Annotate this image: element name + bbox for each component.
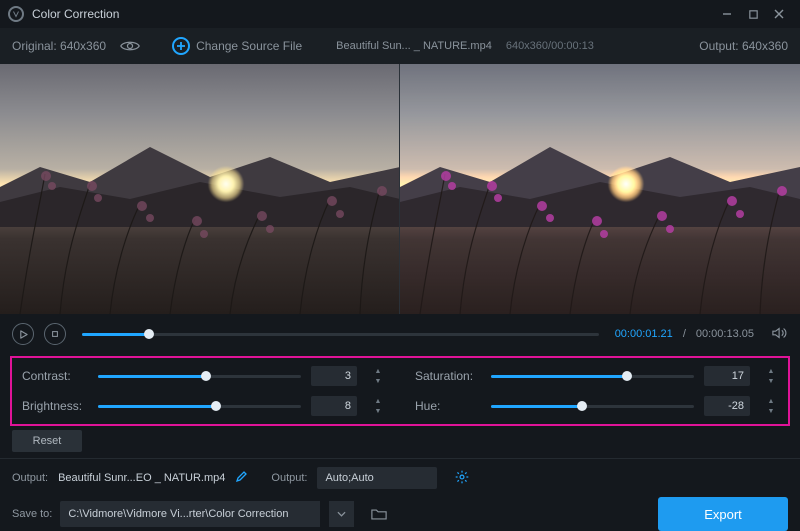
footer: Output: Beautiful Sunr...EO _ NATUR.mp4 … [0,467,800,531]
volume-icon[interactable] [772,326,788,343]
color-controls-panel: Contrast: 3 ▲▼ Saturation: 17 ▲▼ Brightn… [10,356,790,426]
stop-button[interactable] [44,323,66,345]
save-to-label: Save to: [12,508,52,520]
source-filename: Beautiful Sun... _ NATURE.mp4 [336,40,492,52]
title-text: Color Correction [32,7,119,21]
save-path-box[interactable]: C:\Vidmore\Vidmore Vi...rter\Color Corre… [60,501,320,527]
original-dimensions-label: Original: 640x360 [12,39,106,53]
hue-slider[interactable] [491,400,694,412]
brightness-slider[interactable] [98,400,301,412]
edit-output-name-icon[interactable] [235,471,247,486]
seek-fill [82,333,149,336]
maximize-button[interactable] [740,4,766,24]
contrast-label: Contrast: [22,369,88,383]
reset-button[interactable]: Reset [12,430,82,452]
save-path-text: C:\Vidmore\Vidmore Vi...rter\Color Corre… [68,508,288,520]
save-row: Save to: C:\Vidmore\Vidmore Vi...rter\Co… [12,497,788,531]
export-button[interactable]: Export [658,497,788,531]
hue-value[interactable]: -28 [704,396,750,416]
brightness-label: Brightness: [22,399,88,413]
saturation-slider[interactable] [491,370,694,382]
titlebar: Color Correction [0,0,800,28]
preview-original [0,64,400,314]
saturation-label: Saturation: [415,369,481,383]
open-folder-icon[interactable] [366,501,392,527]
source-dims-duration: 640x360/00:00:13 [506,40,594,52]
brightness-value[interactable]: 8 [311,396,357,416]
add-source-icon[interactable] [172,37,190,55]
timeline-row: 00:00:01.21 / 00:00:13.05 [0,314,800,354]
close-button[interactable] [766,4,792,24]
output-label-2: Output: [271,472,307,484]
hue-row: Hue: -28 ▲▼ [415,396,778,416]
save-path-dropdown[interactable] [328,501,354,527]
saturation-spinner[interactable]: ▲▼ [764,366,778,386]
divider [0,458,800,459]
change-source-button[interactable]: Change Source File [196,39,302,53]
output-format-box[interactable]: Auto;Auto [317,467,437,489]
brightness-spinner[interactable]: ▲▼ [371,396,385,416]
time-sep: / [683,328,686,340]
seek-slider[interactable] [82,328,599,340]
play-button[interactable] [12,323,34,345]
output-filename: Beautiful Sunr...EO _ NATUR.mp4 [58,472,225,484]
output-label-1: Output: [12,472,48,484]
saturation-row: Saturation: 17 ▲▼ [415,366,778,386]
preview-area [0,64,800,314]
hue-spinner[interactable]: ▲▼ [764,396,778,416]
preview-corrected [400,64,800,314]
output-settings-gear-icon[interactable] [455,470,469,487]
saturation-value[interactable]: 17 [704,366,750,386]
preview-eye-icon[interactable] [120,39,140,53]
app-logo-icon [8,6,24,22]
brightness-row: Brightness: 8 ▲▼ [22,396,385,416]
contrast-slider[interactable] [98,370,301,382]
contrast-spinner[interactable]: ▲▼ [371,366,385,386]
time-total: 00:00:13.05 [696,328,754,340]
contrast-row: Contrast: 3 ▲▼ [22,366,385,386]
minimize-button[interactable] [714,4,740,24]
contrast-value[interactable]: 3 [311,366,357,386]
time-current: 00:00:01.21 [615,328,673,340]
output-dimensions-label: Output: 640x360 [699,39,788,53]
hue-label: Hue: [415,399,481,413]
toolbar: Original: 640x360 Change Source File Bea… [0,28,800,64]
output-row: Output: Beautiful Sunr...EO _ NATUR.mp4 … [12,467,788,489]
output-format-text: Auto;Auto [325,472,373,484]
seek-thumb[interactable] [144,329,154,339]
